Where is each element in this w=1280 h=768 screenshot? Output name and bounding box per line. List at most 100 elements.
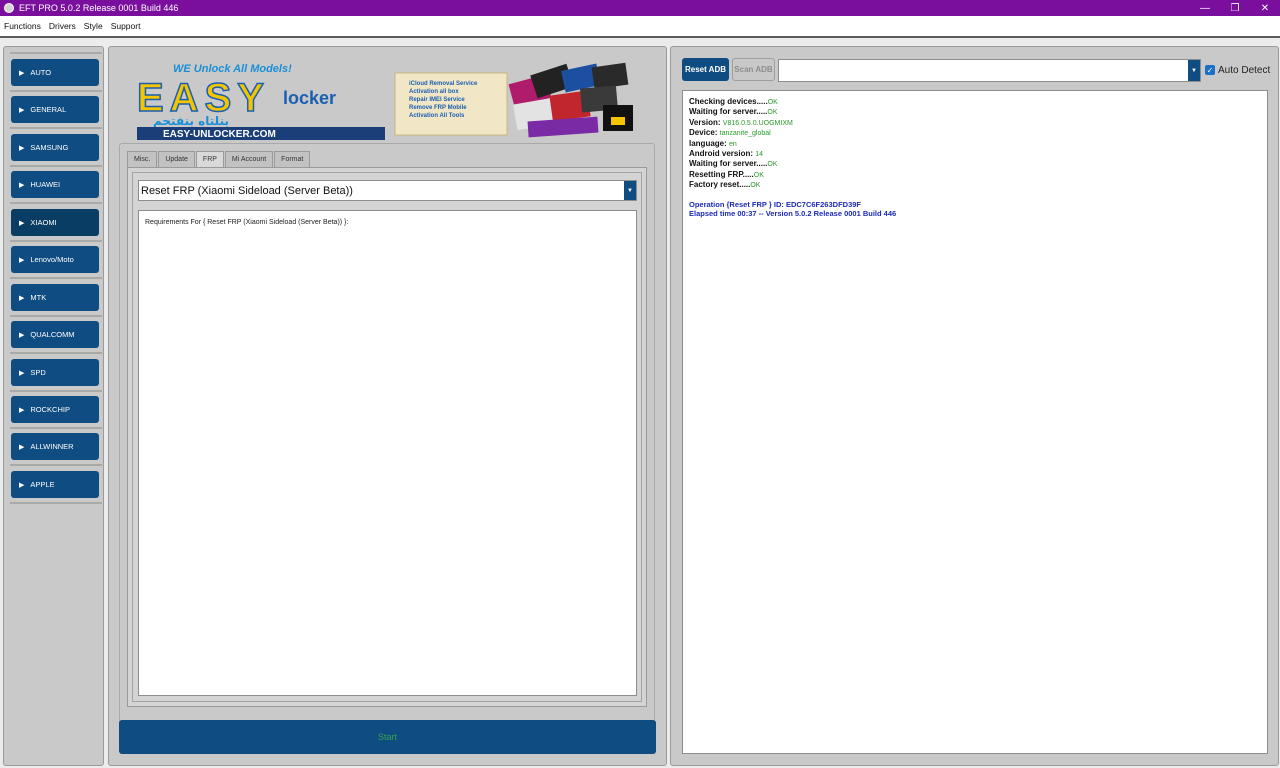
menu-functions[interactable]: Functions <box>4 21 41 31</box>
nav-label: GENERAL <box>30 105 67 114</box>
log-line: Resetting FRP.....OK <box>689 170 1261 180</box>
menu-style[interactable]: Style <box>84 21 103 31</box>
nav-auto[interactable]: ▶ AUTO <box>11 59 99 86</box>
nav-samsung[interactable]: ▶ SAMSUNG <box>11 134 99 161</box>
chevron-down-icon[interactable]: ▼ <box>1188 60 1200 81</box>
log-line: Factory reset.....OK <box>689 180 1261 190</box>
auto-detect-checkbox[interactable]: ✓ Auto Detect <box>1205 64 1270 76</box>
caret-right-icon: ▶ <box>19 481 25 489</box>
menu-drivers[interactable]: Drivers <box>49 21 76 31</box>
caret-right-icon: ▶ <box>19 144 25 152</box>
nav-allwinner[interactable]: ▶ ALLWINNER <box>11 433 99 460</box>
adb-log-panel: Reset ADB Scan ADB ▼ ✓ Auto Detect Check… <box>670 46 1279 766</box>
nav-spd[interactable]: ▶ SPD <box>11 359 99 386</box>
nav-label: APPLE <box>30 480 55 489</box>
log-line: Checking devices.....OK <box>689 97 1261 107</box>
log-value: OK <box>753 171 764 179</box>
log-key: Version: <box>689 117 723 127</box>
nav-divider <box>10 427 102 429</box>
log-key: Resetting FRP..... <box>689 169 754 179</box>
nav-label: QUALCOMM <box>30 330 75 339</box>
log-value: OK <box>750 182 761 190</box>
nav-divider <box>10 52 102 54</box>
nav-divider <box>10 277 102 279</box>
log-operation-id: Operation {Reset FRP } ID: EDC7C6F263DFD… <box>689 199 861 209</box>
banner-url: EASY-UNLOCKER.COM <box>163 129 276 140</box>
nav-divider <box>10 90 102 92</box>
nav-label: ROCKCHIP <box>30 405 70 414</box>
operations-panel: WE Unlock All Models! EASY locker بنلتاه… <box>108 46 667 766</box>
banner-brand-small: locker <box>283 88 336 108</box>
nav-divider <box>10 502 102 504</box>
banner-service: Repair IMEI Service <box>409 97 465 103</box>
log-value: tanzanite_global <box>719 130 771 138</box>
caret-right-icon: ▶ <box>19 106 25 114</box>
nav-huawei[interactable]: ▶ HUAWEI <box>11 171 99 198</box>
nav-mtk[interactable]: ▶ MTK <box>11 284 99 311</box>
tab-mi-account[interactable]: Mi Account <box>224 151 274 167</box>
scan-adb-button[interactable]: Scan ADB <box>732 58 775 81</box>
banner-service: iCloud Removal Service <box>409 81 478 87</box>
reset-adb-button[interactable]: Reset ADB <box>682 58 729 81</box>
caret-right-icon: ▶ <box>19 69 25 77</box>
chevron-down-icon[interactable]: ▼ <box>624 181 636 200</box>
caret-right-icon: ▶ <box>19 219 25 227</box>
nav-divider <box>10 127 102 129</box>
nav-divider <box>10 202 102 204</box>
easy-unlocker-banner: WE Unlock All Models! EASY locker بنلتاه… <box>133 61 643 141</box>
nav-label: SAMSUNG <box>30 143 69 152</box>
nav-label: SPD <box>30 368 46 377</box>
log-key: language: <box>689 138 730 148</box>
nav-xiaomi[interactable]: ▶ XIAOMI <box>11 209 99 236</box>
caret-right-icon: ▶ <box>19 331 25 339</box>
caret-right-icon: ▶ <box>19 406 25 414</box>
nav-divider <box>10 390 102 392</box>
window-title: EFT PRO 5.0.2 Release 0001 Build 446 <box>19 3 179 13</box>
frp-operation-value: Reset FRP (Xiaomi Sideload (Server Beta)… <box>141 184 353 197</box>
nav-general[interactable]: ▶ GENERAL <box>11 96 99 123</box>
banner-arabic: بنلتاه بنفتحم <box>153 114 229 128</box>
tab-format[interactable]: Format <box>274 151 311 167</box>
nav-label: MTK <box>30 293 47 302</box>
log-spacer <box>689 191 1261 200</box>
brand-sidebar: ▶ AUTO ▶ GENERAL ▶ SAMSUNG ▶ HUAWEI ▶ XIAOMI … <box>3 46 104 766</box>
minimize-button[interactable]: — <box>1190 0 1220 16</box>
menu-support[interactable]: Support <box>111 21 141 31</box>
start-button[interactable]: Start <box>119 720 656 754</box>
nav-label: AUTO <box>30 68 52 77</box>
banner-service: Activation All Tools <box>409 113 465 119</box>
nav-qualcomm[interactable]: ▶ QUALCOMM <box>11 321 99 348</box>
log-value: 14 <box>755 151 764 159</box>
log-line: language: en <box>689 139 1261 149</box>
tab-misc[interactable]: Misc. <box>127 151 158 167</box>
restore-button[interactable]: ❐ <box>1220 0 1250 16</box>
checkmark-icon[interactable]: ✓ <box>1205 65 1215 75</box>
log-key: Device: <box>689 128 720 138</box>
tab-frp[interactable]: FRP <box>195 151 224 167</box>
requirements-text: Requirements For { Reset FRP (Xiaomi Sid… <box>145 219 349 226</box>
close-button[interactable]: ✕ <box>1250 0 1280 16</box>
caret-right-icon: ▶ <box>19 294 25 302</box>
log-line: Waiting for server.....OK <box>689 107 1261 117</box>
tab-update[interactable]: Update <box>158 151 195 167</box>
nav-apple[interactable]: ▶ APPLE <box>11 471 99 498</box>
frp-group: Reset FRP (Xiaomi Sideload (Server Beta)… <box>132 172 642 702</box>
nav-label: HUAWEI <box>30 180 61 189</box>
app-icon <box>4 3 14 13</box>
nav-lenovo-moto[interactable]: ▶ Lenovo/Moto <box>11 246 99 273</box>
banner-slogan: WE Unlock All Models! <box>173 63 292 75</box>
nav-rockchip[interactable]: ▶ ROCKCHIP <box>11 396 99 423</box>
log-value: en <box>729 140 737 148</box>
caret-right-icon: ▶ <box>19 256 25 264</box>
nav-label: Lenovo/Moto <box>30 255 74 264</box>
nav-divider <box>10 315 102 317</box>
device-select[interactable]: ▼ <box>778 59 1201 82</box>
nav-label: XIAOMI <box>30 218 57 227</box>
title-bar: EFT PRO 5.0.2 Release 0001 Build 446 — ❐… <box>0 0 1280 16</box>
log-line: Waiting for server.....OK <box>689 159 1261 169</box>
function-tabs: Misc. Update FRP Mi Account Format <box>127 151 311 167</box>
caret-right-icon: ▶ <box>19 369 25 377</box>
frp-operation-select[interactable]: Reset FRP (Xiaomi Sideload (Server Beta)… <box>138 180 637 201</box>
nav-divider <box>10 352 102 354</box>
log-value: OK <box>767 109 778 117</box>
